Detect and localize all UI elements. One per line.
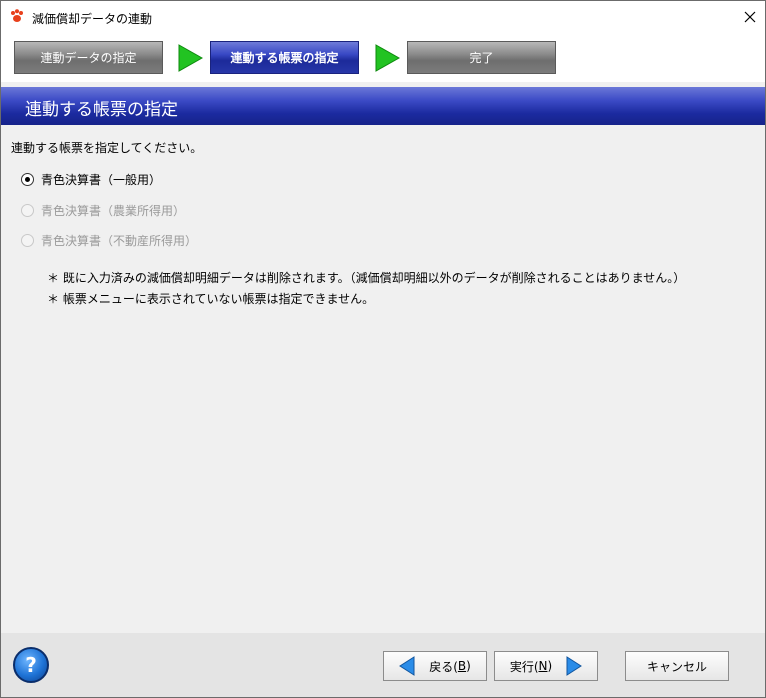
section-header: 連動する帳票の指定 <box>1 87 765 125</box>
page-title: 連動する帳票の指定 <box>25 100 178 120</box>
radio-label: 青色決算書（農業所得用） <box>41 203 186 218</box>
run-label: 実行( <box>509 659 539 674</box>
note-text: ＊ 帳票メニューに表示されていない帳票は指定できません。 <box>47 292 375 306</box>
radio-button[interactable] <box>21 172 34 186</box>
help-button[interactable]: ? <box>13 647 49 683</box>
title-bar: 減価償却データの連動 <box>1 1 765 32</box>
arrow-left-icon <box>399 656 415 676</box>
instruction-text: 連動する帳票を指定してください。 <box>11 141 203 155</box>
back-label-suffix: ) <box>466 659 471 673</box>
step-select-data: 連動データの指定 <box>14 41 163 74</box>
back-shortcut-key: B <box>457 659 467 673</box>
radio-button[interactable] <box>21 233 34 247</box>
radio-option-agriculture[interactable]: 青色決算書（農業所得用） <box>21 201 185 219</box>
content-area: 連動する帳票を指定してください。 青色決算書（一般用） 青色決算書（農業所得用）… <box>1 125 765 633</box>
footer-bar: ? 戻る(B) 実行(N) キャンセル <box>1 633 765 697</box>
note-text: ＊ 既に入力済みの減価償却明細データは削除されます。（減価償却明細以外のデータが… <box>47 271 686 285</box>
step-complete: 完了 <box>407 41 556 74</box>
run-label-suffix: ) <box>547 659 553 673</box>
cancel-button[interactable]: キャンセル <box>625 651 729 681</box>
radio-button[interactable] <box>21 203 34 217</box>
radio-option-real-estate[interactable]: 青色決算書（不動産所得用） <box>21 231 197 249</box>
step-arrow-icon <box>375 44 400 72</box>
back-button[interactable]: 戻る(B) <box>383 651 487 681</box>
cancel-label: キャンセル <box>646 659 707 674</box>
run-button[interactable]: 実行(N) <box>494 651 598 681</box>
radio-option-general[interactable]: 青色決算書（一般用） <box>21 170 161 188</box>
close-button[interactable] <box>735 1 765 32</box>
paw-icon <box>11 9 23 22</box>
back-label: 戻る( <box>429 659 458 674</box>
step-select-forms: 連動する帳票の指定 <box>210 41 359 74</box>
wizard-steps: 連動データの指定 連動する帳票の指定 完了 <box>1 32 765 82</box>
window-title: 減価償却データの連動 <box>32 12 153 26</box>
run-shortcut-key: N <box>538 659 548 673</box>
radio-label: 青色決算書（一般用） <box>41 172 162 187</box>
help-icon: ? <box>25 653 37 677</box>
radio-label: 青色決算書（不動産所得用） <box>41 233 198 248</box>
arrow-right-icon <box>566 656 583 676</box>
step-arrow-icon <box>178 44 203 72</box>
dialog-window: 減価償却データの連動 連動データの指定 連動する帳票の指定 完了 連動する帳票の… <box>0 0 766 698</box>
close-icon <box>744 11 756 22</box>
